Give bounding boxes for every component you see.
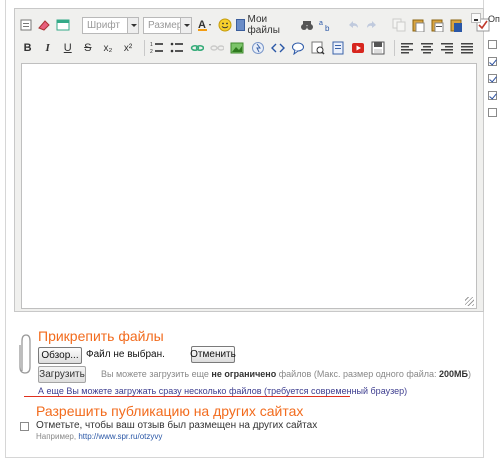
- svg-text:b: b: [325, 24, 330, 32]
- upload-info-end: ): [468, 369, 472, 379]
- quote-icon[interactable]: [289, 39, 306, 57]
- align-right-icon[interactable]: [439, 39, 456, 57]
- upload-info-max: 200МБ: [439, 369, 469, 379]
- toolbar-separator: [393, 40, 395, 56]
- publish-example: Например, http://www.spr.ru/otzyvy: [36, 432, 162, 441]
- option-checkbox-1[interactable]: [488, 40, 497, 49]
- attach-files-title: Прикрепить файлы: [38, 328, 164, 344]
- template-icon[interactable]: [55, 16, 71, 34]
- eraser-icon[interactable]: [36, 16, 52, 34]
- undo-icon[interactable]: [345, 16, 361, 34]
- toolbar-row-1: Шрифт Размер A Мои файлы ab: [19, 14, 490, 36]
- image-icon[interactable]: [229, 39, 246, 57]
- chevron-down-icon: [127, 17, 138, 33]
- svg-text:2: 2: [150, 49, 153, 55]
- size-select-value: Размер: [148, 19, 183, 31]
- font-select[interactable]: Шрифт: [82, 16, 139, 34]
- paste-text-icon[interactable]: [429, 16, 445, 34]
- browse-button[interactable]: Обзор...: [38, 347, 82, 364]
- subscript-button[interactable]: x₂: [99, 39, 116, 57]
- source-icon[interactable]: [19, 16, 33, 34]
- example-url-link[interactable]: http://www.spr.ru/otzyvy: [78, 432, 162, 441]
- upload-info-post: файлов (Макс. размер одного файла:: [276, 369, 440, 379]
- multi-upload-link[interactable]: А еще Вы можете загружать сразу нескольк…: [38, 386, 407, 396]
- flash-icon[interactable]: [249, 39, 266, 57]
- editor-content-area[interactable]: [21, 63, 477, 309]
- upload-info-pre: Вы можете загрузить еще: [101, 369, 212, 379]
- link-icon[interactable]: [189, 39, 206, 57]
- cancel-button[interactable]: Отменить: [190, 346, 236, 363]
- resize-handle-icon[interactable]: [465, 297, 474, 306]
- numbered-list-icon[interactable]: 12: [149, 39, 166, 57]
- option-checkbox-5[interactable]: [488, 108, 497, 117]
- svg-text:a: a: [319, 20, 323, 27]
- smiley-icon[interactable]: [217, 16, 233, 34]
- align-left-icon[interactable]: [399, 39, 416, 57]
- publish-checkbox[interactable]: [20, 422, 29, 431]
- font-select-value: Шрифт: [87, 19, 120, 31]
- example-prefix: Например,: [36, 432, 77, 441]
- rich-text-editor: Шрифт Размер A Мои файлы ab B I U S x₂ x…: [14, 8, 490, 312]
- redo-icon[interactable]: [364, 16, 380, 34]
- right-options-column: [486, 0, 500, 458]
- align-center-icon[interactable]: [419, 39, 436, 57]
- file-status-text: Файл не выбран.: [86, 349, 165, 360]
- size-select[interactable]: Размер: [143, 16, 192, 34]
- italic-button[interactable]: I: [39, 39, 56, 57]
- options-heading: Оп: [488, 14, 500, 24]
- spoiler-icon[interactable]: [309, 39, 326, 57]
- binoculars-icon[interactable]: [299, 16, 315, 34]
- superscript-button[interactable]: x²: [119, 39, 136, 57]
- toolbar-row-2: B I U S x₂ x² 12: [19, 37, 479, 59]
- my-files-button[interactable]: Мои файлы: [236, 14, 283, 36]
- upload-button[interactable]: Загрузить: [38, 366, 86, 383]
- upload-limit-info: Вы можете загрузить еще не ограничено фа…: [101, 369, 471, 379]
- replace-icon[interactable]: ab: [318, 16, 334, 34]
- copy-icon[interactable]: [391, 16, 407, 34]
- option-checkbox-3[interactable]: [488, 74, 497, 83]
- toolbar-collapse-button[interactable]: [471, 13, 481, 23]
- paste-word-icon[interactable]: [448, 16, 464, 34]
- text-color-icon[interactable]: A: [196, 16, 214, 34]
- folder-icon: [236, 19, 245, 31]
- review-form-panel: Шрифт Размер A Мои файлы ab B I U S x₂ x…: [5, 0, 490, 458]
- strikethrough-button[interactable]: S: [79, 39, 96, 57]
- paste-icon[interactable]: [410, 16, 426, 34]
- bullet-list-icon[interactable]: [169, 39, 186, 57]
- upload-info-bold: не ограничено: [211, 369, 277, 379]
- toolbar-separator: [143, 40, 145, 56]
- my-files-label: Мои файлы: [247, 14, 280, 36]
- code-icon[interactable]: [269, 39, 286, 57]
- chevron-down-icon: [180, 17, 191, 33]
- option-checkbox-4[interactable]: [488, 91, 497, 100]
- option-checkbox-2[interactable]: [488, 57, 497, 66]
- video-icon[interactable]: [349, 39, 366, 57]
- bold-button[interactable]: B: [19, 39, 36, 57]
- save-icon[interactable]: [370, 39, 387, 57]
- document-icon[interactable]: [329, 39, 346, 57]
- publish-title: Разрешить публикацию на других сайтах: [36, 403, 304, 419]
- red-underline: [24, 396, 350, 397]
- underline-button[interactable]: U: [59, 39, 76, 57]
- svg-text:1: 1: [150, 42, 153, 48]
- unlink-icon[interactable]: [209, 39, 226, 57]
- align-justify-icon[interactable]: [459, 39, 476, 57]
- paperclip-icon: [19, 334, 31, 374]
- publish-checkbox-label: Отметьте, чтобы ваш отзыв был размещен н…: [36, 420, 318, 431]
